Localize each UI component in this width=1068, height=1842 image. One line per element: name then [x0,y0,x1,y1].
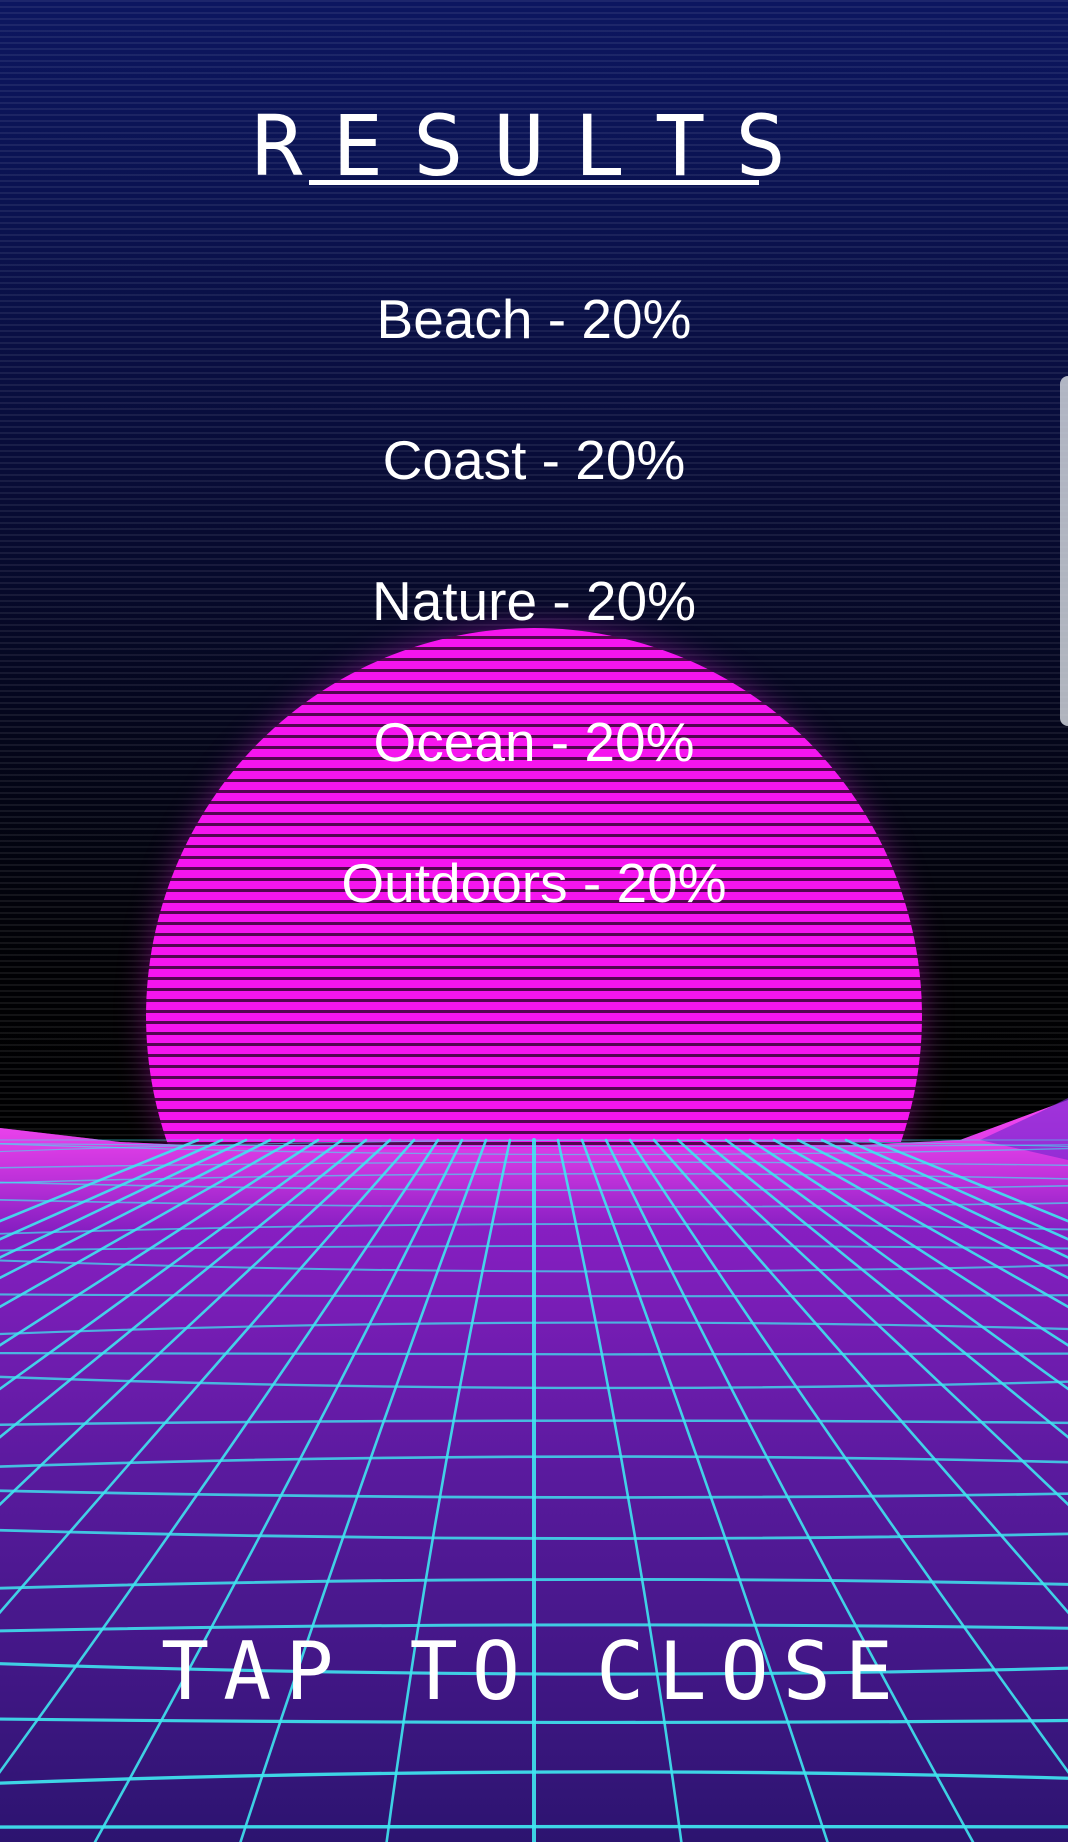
title-underline [309,180,759,185]
result-item: Beach - 20% [376,288,692,350]
result-item: Ocean - 20% [373,711,695,773]
result-item: Nature - 20% [371,570,697,632]
result-item: Outdoors - 20% [341,852,727,914]
result-item: Coast - 20% [382,429,686,491]
results-title: RESULTS [251,97,816,195]
tap-to-close-label[interactable]: TAP TO CLOSE [0,1632,1068,1712]
results-overlay[interactable]: RESULTS Beach - 20% Coast - 20% Nature -… [0,0,1068,1842]
results-list: Beach - 20% Coast - 20% Nature - 20% Oce… [0,280,1068,985]
